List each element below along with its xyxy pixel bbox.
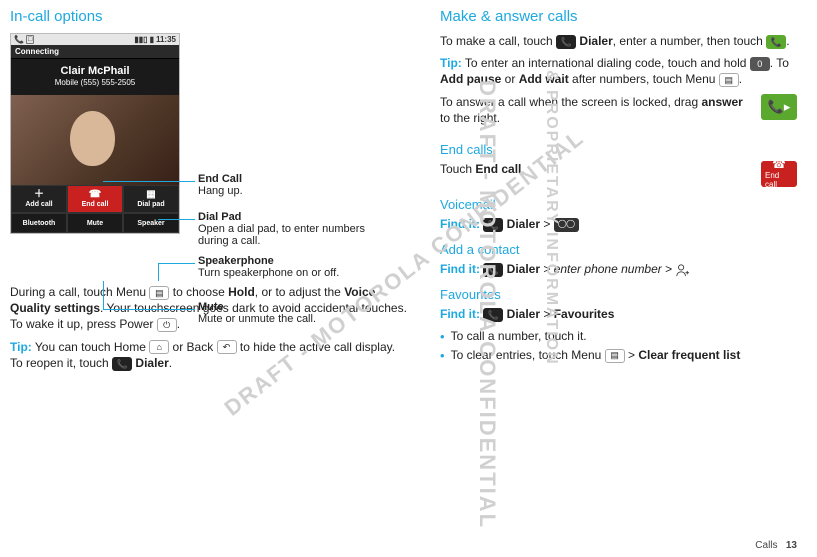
call-icon: 📞 [766,35,786,49]
menu-icon: ▤ [149,286,169,300]
label-mute-desc: Mute or unmute the call. [198,313,398,325]
section-title-incall: In-call options [10,8,410,25]
power-icon: ⏻ [157,318,177,332]
end-call-icon: ☎End call [761,161,797,187]
speaker-button[interactable]: Speaker [123,213,179,233]
tip-intl: Tip: To enter an international dialing c… [440,55,797,87]
end-call-button[interactable]: ☎End call [67,185,123,213]
add-call-button[interactable]: ＋Add call [11,185,67,213]
status-bar: 📞 □ ▮▮▯ ▮ 11:35 [11,34,179,45]
dialer-chip-icon: 📞 [483,308,503,322]
menu-icon: ▤ [719,73,739,87]
voicemail-icon: ◯◯ [554,218,579,232]
answer-drag-icon: 📞▸ [761,94,797,120]
page-footer: Calls 13 [755,540,797,551]
addcontact-findit: Find it: 📞 Dialer > enter phone number > [440,261,797,277]
bullet-icon: • [440,348,445,364]
dial-pad-label: Dial pad [137,201,164,208]
clock: 11:35 [156,35,176,44]
contact-photo [11,95,179,185]
dialer-chip-icon: 📞 [556,35,576,49]
section-title-make-answer: Make & answer calls [440,8,797,25]
callout-line [103,309,195,310]
answer-text: To answer a call when the screen is lock… [440,94,751,126]
label-mute-title: Mute [198,301,398,313]
label-dialpad-title: Dial Pad [198,211,398,223]
card-status-icon: □ [26,35,34,44]
label-speaker-title: Speakerphone [198,255,398,267]
dialer-chip-icon: 📞 [483,263,503,277]
section-title-favourites: Favourites [440,287,797,302]
end-call-label: End call [82,201,109,208]
dial-pad-button[interactable]: ▦Dial pad [123,185,179,213]
bluetooth-button[interactable]: Bluetooth [11,213,67,233]
section-title-addcontact: Add a contact [440,242,797,257]
tip-paragraph: Tip: You can touch Home ⌂ or Back ↶ to h… [10,339,410,371]
callout-line [158,219,195,220]
section-title-endcalls: End calls [440,142,797,157]
zero-key-icon: 0 [750,57,770,71]
callout-line [103,281,104,309]
caller-info: Clair McPhail Mobile (555) 555-2505 [11,59,179,95]
mute-button[interactable]: Mute [67,213,123,233]
dialer-chip-icon: 📞 [112,357,132,371]
list-item: • To clear entries, touch Menu ▤ > Clear… [440,348,797,364]
bullet-icon: • [440,329,445,345]
callout-line [158,263,195,264]
label-speaker-desc: Turn speakerphone on or off. [198,267,398,279]
label-endcall-desc: Hang up. [198,185,243,197]
dialpad-icon: ▦ [146,190,155,200]
menu-icon: ▤ [605,349,625,363]
phone-mock: 📞 □ ▮▮▯ ▮ 11:35 Connecting Clair McPhail… [10,33,180,234]
make-call-text: To make a call, touch 📞 Dialer, enter a … [440,33,797,49]
label-dialpad-desc: Open a dial pad, to enter numbers during… [198,223,398,247]
endcall-text: Touch End call. [440,161,751,177]
callout-line [158,263,159,281]
add-call-label: Add call [25,201,52,208]
signal-icon: ▮▮▯ [134,35,147,44]
favourites-findit: Find it: 📞 Dialer > Favourites [440,306,797,322]
caller-number: Mobile (555) 555-2505 [15,78,175,87]
label-endcall-title: End Call [198,173,243,185]
caller-name: Clair McPhail [15,65,175,77]
dialer-chip-icon: 📞 [483,218,503,232]
hangup-icon: ☎ [89,190,101,200]
section-title-voicemail: Voicemail [440,197,797,212]
add-contact-icon [675,263,689,277]
back-icon: ↶ [217,340,237,354]
callout-line [103,181,195,182]
voicemail-findit: Find it: 📞 Dialer > ◯◯ [440,216,797,232]
home-icon: ⌂ [149,340,169,354]
plus-icon: ＋ [34,190,44,200]
battery-icon: ▮ [150,35,154,44]
call-banner: Connecting [11,45,179,59]
phone-status-icon: 📞 [14,35,24,44]
list-item: • To call a number, touch it. [440,329,797,345]
